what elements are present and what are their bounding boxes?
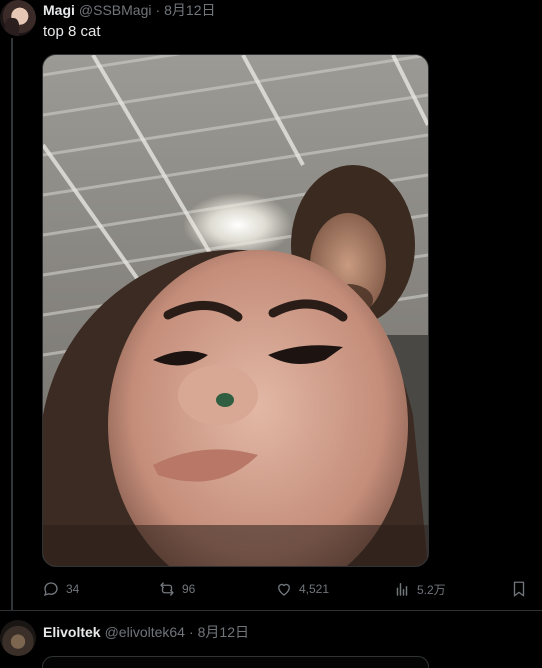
- reply-date[interactable]: 8月12日: [198, 622, 249, 642]
- reply-avatar[interactable]: [0, 620, 36, 656]
- retweet-button[interactable]: 96: [158, 578, 195, 600]
- reply-separator-dot: ·: [188, 624, 194, 640]
- bookmark-button[interactable]: [510, 578, 528, 600]
- heart-icon: [278, 583, 290, 596]
- selfie-photo-illustration: [43, 55, 428, 566]
- thread-connector-line: [11, 38, 13, 610]
- analytics-icon: [396, 583, 408, 596]
- like-count: 4,521: [299, 582, 330, 596]
- bookmark-icon: [513, 581, 525, 597]
- retweet-icon: [160, 582, 174, 596]
- views-button[interactable]: 5.2万: [393, 578, 446, 600]
- reply-button[interactable]: 34: [42, 578, 79, 600]
- reply-media-preview[interactable]: [42, 656, 429, 668]
- avatar[interactable]: [0, 0, 36, 36]
- tweet-divider: [0, 610, 542, 611]
- tweet-text: top 8 cat: [43, 23, 101, 40]
- tweet-header: Magi @SSBMagi · 8月12日: [43, 1, 216, 19]
- reply-header: Elivoltek @elivoltek64 · 8月12日: [43, 623, 249, 641]
- tweet-date[interactable]: 8月12日: [164, 0, 215, 20]
- display-name[interactable]: Magi: [43, 2, 75, 18]
- reply-count: 34: [66, 582, 80, 596]
- tweet-actions: 34 96 4,521 5.2万: [42, 578, 532, 600]
- tweet-photo[interactable]: [42, 54, 429, 567]
- separator-dot: ·: [155, 2, 161, 18]
- reply-user-handle[interactable]: @elivoltek64: [105, 624, 185, 640]
- user-handle[interactable]: @SSBMagi: [79, 2, 152, 18]
- view-count: 5.2万: [417, 582, 446, 597]
- timeline: Magi @SSBMagi · 8月12日 top 8 cat 34 96 4,…: [0, 0, 542, 668]
- reply-icon: [43, 582, 58, 597]
- like-button[interactable]: 4,521: [275, 578, 329, 600]
- reply-display-name[interactable]: Elivoltek: [43, 624, 101, 640]
- retweet-count: 96: [182, 582, 196, 596]
